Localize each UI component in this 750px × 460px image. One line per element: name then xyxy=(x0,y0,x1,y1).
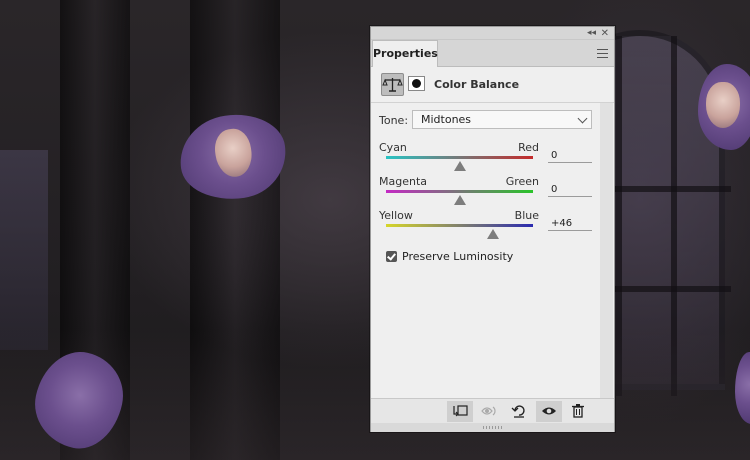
petal-with-face xyxy=(698,64,750,150)
tab-properties[interactable]: Properties xyxy=(372,40,438,67)
preserve-luminosity-label: Preserve Luminosity xyxy=(402,250,514,263)
stained-glass-window-left xyxy=(0,150,48,350)
view-previous-state-button[interactable] xyxy=(477,401,503,422)
close-panel-icon[interactable]: ✕ xyxy=(601,27,609,40)
tone-label: Tone: xyxy=(379,114,409,127)
clip-to-layer-button[interactable] xyxy=(447,401,473,422)
magenta-green-value-input[interactable]: 0 xyxy=(548,182,592,197)
slider-left-label: Cyan xyxy=(379,141,407,154)
visibility-eye-icon xyxy=(542,407,556,415)
reset-icon xyxy=(511,405,525,418)
panel-menu-icon[interactable] xyxy=(597,49,608,58)
divider xyxy=(371,102,614,103)
preserve-luminosity-checkbox[interactable] xyxy=(386,251,397,262)
panel-footer xyxy=(371,398,614,423)
trash-icon xyxy=(572,404,584,418)
properties-panel: ◂◂ ✕ Properties Color Balance Tone: Midt… xyxy=(370,26,615,432)
panel-tabbar: Properties xyxy=(371,40,614,67)
magenta-green-thumb[interactable] xyxy=(453,195,466,205)
tone-selected-value: Midtones xyxy=(421,113,472,126)
adjustment-title: Color Balance xyxy=(434,78,520,91)
collapse-panel-icon[interactable]: ◂◂ xyxy=(587,27,596,40)
yellow-blue-slider-row: Yellow Blue +46 xyxy=(371,209,614,241)
delete-adjustment-button[interactable] xyxy=(565,401,591,422)
slider-left-label: Magenta xyxy=(379,175,428,188)
face xyxy=(212,126,255,180)
panel-resize-grip[interactable] xyxy=(371,423,614,432)
cyan-red-track[interactable] xyxy=(386,156,533,159)
chevron-down-icon xyxy=(577,113,588,124)
cyan-red-value-input[interactable]: 0 xyxy=(548,148,592,163)
slider-left-label: Yellow xyxy=(379,209,413,222)
view-previous-state-icon xyxy=(481,406,496,416)
panel-titlebar: ◂◂ ✕ xyxy=(371,27,614,40)
slider-right-label: Blue xyxy=(514,209,539,222)
cyan-red-slider-row: Cyan Red 0 xyxy=(371,141,614,173)
adjustment-header: Color Balance xyxy=(371,69,614,99)
reset-button[interactable] xyxy=(506,401,532,422)
magenta-green-track[interactable] xyxy=(386,190,533,193)
yellow-blue-thumb[interactable] xyxy=(487,229,500,239)
tone-dropdown[interactable]: Midtones xyxy=(412,110,592,129)
layer-mask-icon[interactable] xyxy=(408,76,425,91)
yellow-blue-track[interactable] xyxy=(386,224,533,227)
yellow-blue-value-input[interactable]: +46 xyxy=(548,216,592,231)
visibility-toggle-button[interactable] xyxy=(536,401,562,422)
cyan-red-thumb[interactable] xyxy=(453,161,466,171)
slider-right-label: Green xyxy=(505,175,539,188)
color-balance-scale-icon[interactable] xyxy=(381,73,404,96)
face xyxy=(706,82,740,128)
slider-right-label: Red xyxy=(518,141,539,154)
magenta-green-slider-row: Magenta Green 0 xyxy=(371,175,614,207)
clip-to-layer-icon xyxy=(453,405,468,417)
